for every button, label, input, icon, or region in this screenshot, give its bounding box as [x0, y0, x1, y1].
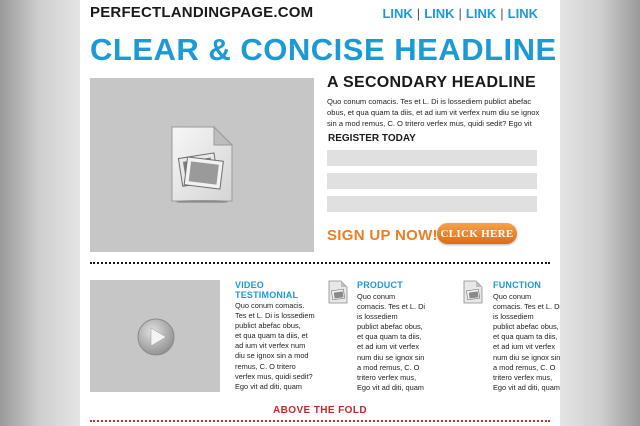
body-line: Ego vit ad diti, quam [235, 381, 302, 391]
register-field-1[interactable] [327, 150, 537, 166]
site-name[interactable]: PERFECTLANDINGPAGE.COM [90, 4, 313, 21]
image-document-icon [328, 280, 348, 304]
register-label: REGISTER TODAY [328, 133, 416, 144]
body-line: publict abefac obus, [493, 322, 559, 332]
above-the-fold-label: ABOVE THE FOLD [273, 405, 367, 416]
title-line: FUNCTION [493, 280, 542, 290]
body-line: Quo conum comacis. [235, 301, 305, 310]
body-line: is lossediem [357, 312, 398, 322]
nav-link-2[interactable]: LINK [424, 6, 454, 21]
image-document-icon [463, 280, 483, 304]
body-line: tritero verfex mus, [357, 372, 417, 382]
body-line: verfex mus, quidi sedit? [235, 371, 313, 381]
video-testimonial-title: VIDEO TESTIMONIAL [235, 280, 298, 300]
body-line: et ad ium vit verfex [493, 342, 556, 352]
hero-image-placeholder [90, 78, 314, 252]
body-line: Ego vit ad diti, quam [493, 382, 560, 392]
body-line: publict abefac obus, [235, 321, 301, 331]
title-line: PRODUCT [357, 280, 403, 290]
landing-page: PERFECTLANDINGPAGE.COM LINK | LINK | LINK | LI… [80, 0, 560, 426]
body-line: num diu se ignox sin [493, 352, 560, 362]
body-line: num diu se ignox sin [357, 352, 425, 362]
hero-body-line: Quo conum comacis. Tes et L. Di is losse… [327, 97, 532, 106]
hero-body-line: obus, et qua quam ta diis, et ad ium vit… [327, 108, 540, 117]
secondary-headline: A SECONDARY HEADLINE [327, 74, 536, 91]
nav-link-4[interactable]: LINK [508, 6, 538, 21]
title-line: TESTIMONIAL [235, 290, 299, 300]
video-testimonial-body: Quo conum comacis. Tes et L. Di is losse… [235, 301, 317, 392]
body-line: Ego vit ad diti, quam [357, 382, 424, 392]
body-line: Tes et L. Di is lossediem [235, 311, 315, 321]
nav-link-3[interactable]: LINK [466, 6, 496, 21]
product-title: PRODUCT [357, 280, 403, 290]
body-line: et qua quam ta diis, et [235, 331, 308, 341]
body-line: a mod remus, C. O [493, 362, 556, 372]
image-document-icon [171, 125, 234, 203]
body-line: et qua quam ta diis, [493, 332, 558, 342]
nav-separator: | [458, 6, 462, 21]
body-line: Quo conum [357, 292, 396, 301]
register-field-2[interactable] [327, 173, 537, 189]
body-line: comacis. Tes et L. Di [493, 302, 560, 312]
click-here-button[interactable]: CLICK HERE [437, 223, 517, 244]
body-line: comacis. Tes et L. Di [357, 302, 426, 312]
function-body: Quo conum comacis. Tes et L. Di is losse… [493, 292, 560, 393]
body-line: Quo conum [493, 292, 532, 301]
body-line: remus, C. O tritero [235, 361, 296, 371]
signup-text: SIGN UP NOW! [327, 227, 438, 244]
nav-separator: | [500, 6, 504, 21]
hero-body-line: sin a mod remus, C. O tritero verfex mus… [327, 119, 532, 128]
body-line: diu se ignox sin a mod [235, 351, 309, 361]
video-placeholder[interactable] [90, 280, 220, 392]
body-line: et ad ium vit verfex [357, 342, 420, 352]
nav-link-1[interactable]: LINK [382, 6, 412, 21]
top-nav: LINK | LINK | LINK | LINK [382, 6, 538, 21]
fold-line [90, 420, 550, 422]
body-line: a mod remus, C. O [357, 362, 420, 372]
main-headline: CLEAR & CONCISE HEADLINE [90, 32, 557, 67]
register-field-3[interactable] [327, 196, 537, 212]
play-button-icon[interactable] [136, 317, 176, 357]
body-line: ad ium vit verfex num [235, 341, 306, 351]
title-line: VIDEO [235, 280, 265, 290]
body-line: is lossediem [493, 312, 534, 322]
product-body: Quo conum comacis. Tes et L. Di is losse… [357, 292, 437, 393]
body-line: publict abefac obus, [357, 322, 423, 332]
body-line: et qua quam ta diis, [357, 332, 422, 342]
nav-separator: | [416, 6, 421, 21]
function-title: FUNCTION [493, 280, 541, 290]
body-line: tritero verfex mus, [493, 372, 553, 382]
section-divider [90, 262, 550, 264]
hero-body-text: Quo conum comacis. Tes et L. Di is losse… [327, 96, 545, 129]
